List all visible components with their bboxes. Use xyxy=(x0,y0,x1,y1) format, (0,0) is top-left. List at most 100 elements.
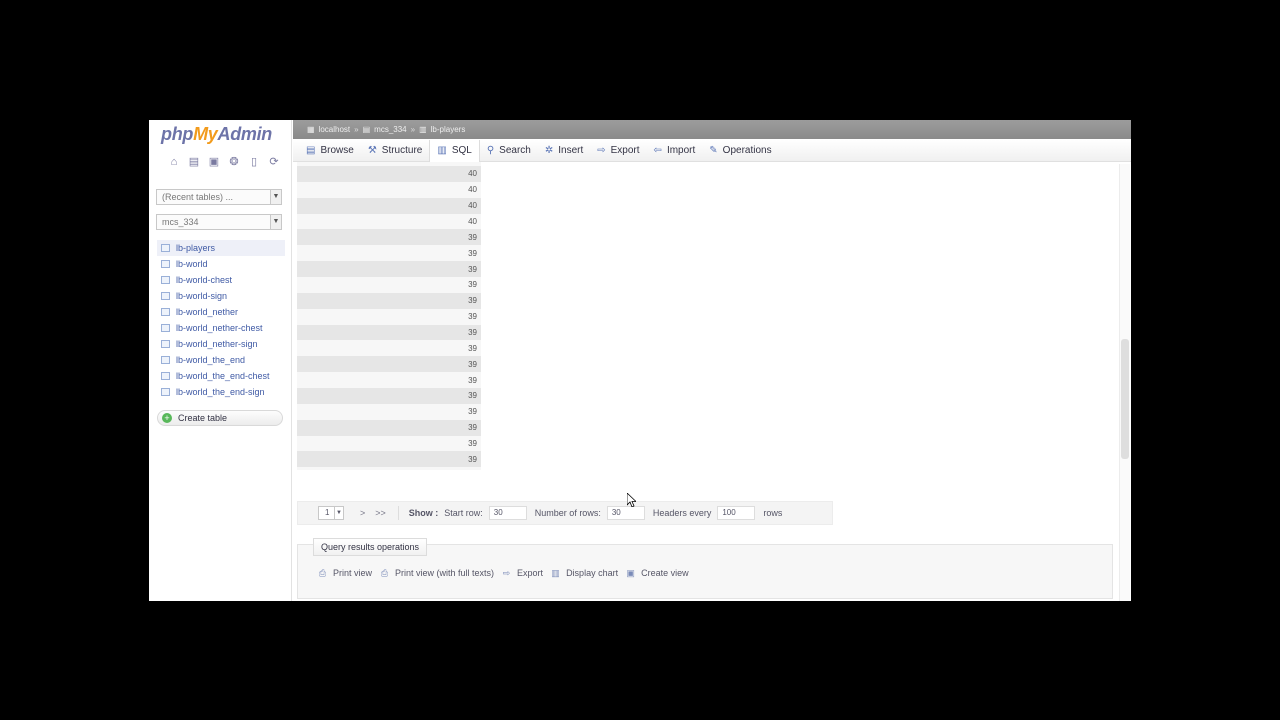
table-row[interactable]: 40 xyxy=(297,181,481,198)
breadcrumb-server[interactable]: localhost xyxy=(319,125,351,134)
table-cell: 39 xyxy=(468,280,477,290)
table-icon: ▥ xyxy=(419,125,427,134)
table-item-lb-world-the-end-chest[interactable]: lb-world_the_end-chest xyxy=(157,368,285,384)
scrollbar-thumb[interactable] xyxy=(1121,339,1129,459)
show-button[interactable]: Show : xyxy=(409,508,439,518)
table-item-label: lb-world-sign xyxy=(176,291,228,301)
page-select-value: 1 xyxy=(325,508,330,517)
tab-insert[interactable]: ✲ Insert xyxy=(538,140,590,162)
table-cell: 39 xyxy=(468,439,477,449)
table-icon xyxy=(161,292,170,300)
tab-export[interactable]: ⇨ Export xyxy=(590,140,646,162)
table-row[interactable]: 39 xyxy=(297,372,481,389)
table-row[interactable]: 39 xyxy=(297,419,481,436)
headers-every-input[interactable]: 100 xyxy=(717,506,756,520)
number-of-rows-label: Number of rows: xyxy=(534,508,601,518)
start-row-label: Start row: xyxy=(444,508,483,518)
phpmyadmin-logo[interactable]: phpMyAdmin xyxy=(161,124,272,145)
recent-tables-select[interactable]: (Recent tables) ... ▼ xyxy=(156,189,282,205)
table-item-lb-players[interactable]: lb-players xyxy=(157,240,285,256)
table-row[interactable]: 39 xyxy=(297,229,481,246)
table-row[interactable]: 39 xyxy=(297,245,481,262)
page-select[interactable]: 1 ▼ xyxy=(318,506,344,520)
tab-bar: ▤ Browse ⚒ Structure ▥ SQL ⚲ Search ✲ Insert … xyxy=(293,139,1131,162)
start-row-input[interactable]: 30 xyxy=(488,506,527,520)
table-row[interactable]: 39 xyxy=(297,308,481,325)
table-cell: 39 xyxy=(468,264,477,274)
export-link[interactable]: ⇨ Export xyxy=(501,568,543,578)
table-item-label: lb-world_the_end-chest xyxy=(176,371,270,381)
table-item-lb-world-the-end[interactable]: lb-world_the_end xyxy=(157,352,285,368)
create-view-link[interactable]: ▣ Create view xyxy=(625,568,689,578)
home-icon[interactable]: ⌂ xyxy=(166,155,182,169)
table-row[interactable]: 39 xyxy=(297,356,481,373)
reload-icon[interactable]: ⟳ xyxy=(266,155,282,169)
table-row[interactable]: 39 xyxy=(297,292,481,309)
table-cell: 40 xyxy=(468,185,477,195)
number-of-rows-input[interactable]: 30 xyxy=(606,506,645,520)
table-item-label: lb-world xyxy=(176,259,208,269)
headers-every-label: Headers every xyxy=(652,508,712,518)
last-page-button[interactable]: >> xyxy=(375,508,386,518)
table-item-lb-world-nether-sign[interactable]: lb-world_nether-sign xyxy=(157,336,285,352)
table-item-lb-world-nether[interactable]: lb-world_nether xyxy=(157,304,285,320)
copy-icon[interactable]: ▯ xyxy=(246,155,262,169)
display-chart-link[interactable]: ▥ Display chart xyxy=(550,568,618,578)
table-cell: 39 xyxy=(468,423,477,433)
table-item-lb-world-nether-chest[interactable]: lb-world_nether-chest xyxy=(157,320,285,336)
chart-icon: ▥ xyxy=(551,568,560,578)
server-icon: ▦ xyxy=(307,125,315,134)
table-item-label: lb-world_the_end-sign xyxy=(176,387,265,397)
table-row[interactable]: 40 xyxy=(297,213,481,230)
table-row[interactable]: 39 xyxy=(297,277,481,293)
query-icon[interactable]: ▣ xyxy=(206,155,222,169)
database-icon[interactable]: ▤ xyxy=(186,155,202,169)
chevron-down-icon: ▼ xyxy=(334,507,343,519)
table-row[interactable]: 40 xyxy=(297,197,481,214)
docs-icon[interactable]: ❂ xyxy=(226,155,242,169)
print-view-link[interactable]: ⎙ Print view xyxy=(317,568,372,578)
table-icon xyxy=(161,260,170,268)
table-icon xyxy=(161,324,170,332)
table-icon xyxy=(161,276,170,284)
print-view-full-link[interactable]: ⎙ Print view (with full texts) xyxy=(379,568,494,578)
breadcrumb-table[interactable]: lb-players xyxy=(431,125,466,134)
table-row[interactable]: 39 xyxy=(297,388,481,404)
create-table-button[interactable]: + Create table xyxy=(157,410,283,426)
mouse-cursor-icon xyxy=(627,493,636,507)
table-item-lb-world-the-end-sign[interactable]: lb-world_the_end-sign xyxy=(157,384,285,400)
tab-import[interactable]: ⇦ Import xyxy=(647,140,703,162)
next-page-button[interactable]: > xyxy=(360,508,365,518)
table-cell: 39 xyxy=(468,296,477,306)
database-select[interactable]: mcs_334 ▼ xyxy=(156,214,282,230)
table-row[interactable]: 39 xyxy=(297,451,481,468)
link-label: Print view xyxy=(333,568,373,578)
table-row[interactable]: 40 xyxy=(297,166,481,182)
table-row[interactable]: 39 xyxy=(297,467,481,470)
table-row[interactable]: 39 xyxy=(297,261,481,278)
tab-operations[interactable]: ✎ Operations xyxy=(702,140,778,162)
tab-label: SQL xyxy=(451,145,472,156)
table-row[interactable]: 39 xyxy=(297,403,481,420)
table-icon xyxy=(161,356,170,364)
tab-browse[interactable]: ▤ Browse xyxy=(299,140,361,162)
logo-part-admin: Admin xyxy=(217,124,273,144)
tab-search[interactable]: ⚲ Search xyxy=(480,140,538,162)
insert-icon: ✲ xyxy=(544,145,554,156)
tab-structure[interactable]: ⚒ Structure xyxy=(361,140,430,162)
database-icon: ▤ xyxy=(362,125,371,134)
table-item-lb-world-sign[interactable]: lb-world-sign xyxy=(157,288,285,304)
link-label: Create view xyxy=(641,568,689,578)
vertical-scrollbar[interactable] xyxy=(1119,164,1130,601)
table-item-lb-world[interactable]: lb-world xyxy=(157,256,285,272)
table-row[interactable]: 39 xyxy=(297,340,481,357)
link-label: Export xyxy=(517,568,544,578)
table-row[interactable]: 39 xyxy=(297,435,481,452)
tab-sql[interactable]: ▥ SQL xyxy=(429,139,480,162)
breadcrumb-database[interactable]: mcs_334 xyxy=(374,125,406,134)
table-item-lb-world-chest[interactable]: lb-world-chest xyxy=(157,272,285,288)
database-select-value: mcs_334 xyxy=(162,217,199,227)
view-icon: ▣ xyxy=(626,568,635,578)
table-row[interactable]: 39 xyxy=(297,324,481,341)
breadcrumb-separator: » xyxy=(354,125,359,134)
